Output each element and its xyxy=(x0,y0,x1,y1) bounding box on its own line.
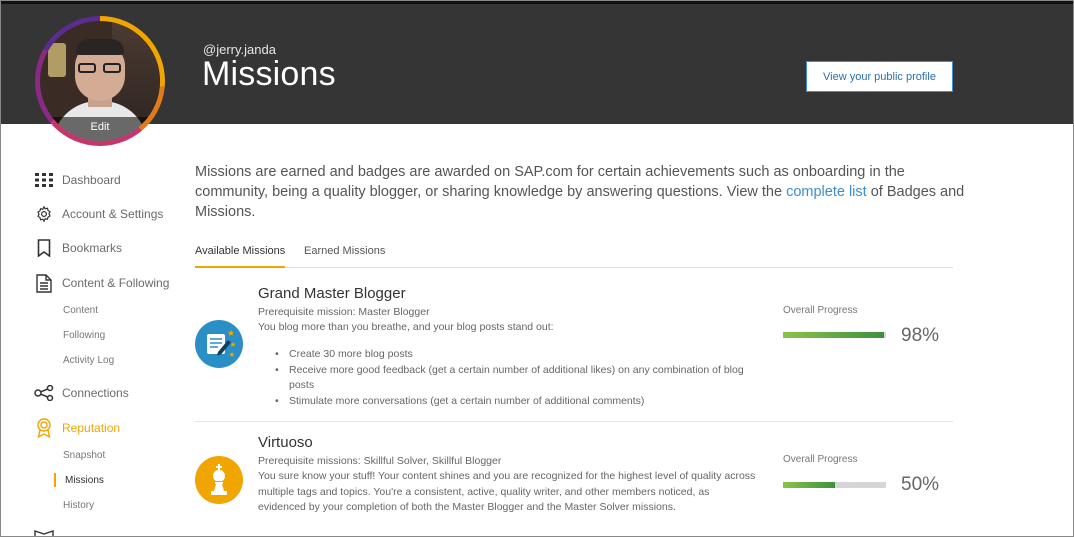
chess-piece-icon xyxy=(195,456,243,504)
list-item: Stimulate more conversations (get a cert… xyxy=(275,394,755,410)
sidebar-subitem-snapshot[interactable]: Snapshot xyxy=(63,450,105,461)
sidebar-item-label: Bookmarks xyxy=(62,241,123,255)
progress-percent: 98% xyxy=(901,325,940,346)
sidebar-item-label: Account & Settings xyxy=(62,207,164,221)
view-public-profile-button[interactable]: View your public profile xyxy=(806,61,953,92)
bookmark-icon xyxy=(34,238,54,258)
list-item: Create 30 more blog posts xyxy=(275,347,755,363)
sidebar-subitem-missions[interactable]: Missions xyxy=(65,475,104,486)
document-icon xyxy=(34,273,54,293)
mission-description: You blog more than you breathe, and your… xyxy=(258,321,554,333)
sidebar-subitem-activity-log[interactable]: Activity Log xyxy=(63,355,114,366)
sidebar-subitem-history[interactable]: History xyxy=(63,500,94,511)
sidebar-subitem-content[interactable]: Content xyxy=(63,305,98,316)
avatar[interactable]: Edit xyxy=(35,16,165,146)
sidebar-item-account-settings[interactable]: Account & Settings xyxy=(34,204,163,224)
sidebar-item-label: Dashboard xyxy=(62,173,121,187)
sidebar-subitem-following[interactable]: Following xyxy=(63,330,105,341)
progress-bar xyxy=(783,482,886,488)
avatar-edit-button[interactable]: Edit xyxy=(40,117,160,141)
list-item: Receive more good feedback (get a certai… xyxy=(275,363,755,394)
sidebar-item-label: Connections xyxy=(62,386,129,400)
intro-text: Missions are earned and badges are award… xyxy=(195,164,965,220)
sidebar-item-bookmarks[interactable]: Bookmarks xyxy=(34,238,122,258)
active-indicator xyxy=(54,473,56,487)
tab-available-missions[interactable]: Available Missions xyxy=(195,245,286,268)
sidebar-item-label: Reputation xyxy=(62,421,121,435)
progress-bar xyxy=(783,332,886,338)
sidebar-item-reputation[interactable]: Reputation xyxy=(34,418,120,438)
mission-description: You sure know your stuff! Your content s… xyxy=(258,470,756,513)
progress-fill xyxy=(783,332,884,338)
sidebar-item-partial[interactable] xyxy=(34,526,62,537)
progress-label: Overall Progress xyxy=(783,454,858,465)
book-icon xyxy=(34,526,54,537)
sidebar-item-connections[interactable]: Connections xyxy=(34,383,129,403)
mission-prerequisite: Prerequisite mission: Master Blogger xyxy=(258,306,430,318)
mission-divider xyxy=(195,421,953,422)
mission-requirements: Create 30 more blog posts Receive more g… xyxy=(275,347,755,409)
share-icon xyxy=(34,383,54,403)
award-icon xyxy=(34,418,54,438)
missions-tabs: Available Missions Earned Missions xyxy=(195,240,953,268)
complete-list-link[interactable]: complete list xyxy=(786,184,867,200)
blog-badge-icon xyxy=(195,320,243,368)
page-title: Missions xyxy=(202,55,336,93)
avatar-photo: Edit xyxy=(40,21,160,141)
gear-icon xyxy=(34,204,54,224)
sidebar-item-dashboard[interactable]: Dashboard xyxy=(34,170,121,190)
mission-prerequisite: Prerequisite missions: Skillful Solver, … xyxy=(258,455,502,467)
sidebar-item-content-following[interactable]: Content & Following xyxy=(34,273,169,293)
sidebar-item-label: Content & Following xyxy=(62,276,170,290)
progress-percent: 50% xyxy=(901,474,940,495)
progress-fill xyxy=(783,482,835,488)
mission-title: Virtuoso xyxy=(258,434,313,451)
tab-earned-missions[interactable]: Earned Missions xyxy=(304,245,385,268)
mission-title: Grand Master Blogger xyxy=(258,285,406,302)
progress-label: Overall Progress xyxy=(783,305,858,316)
grid-icon xyxy=(34,170,54,190)
